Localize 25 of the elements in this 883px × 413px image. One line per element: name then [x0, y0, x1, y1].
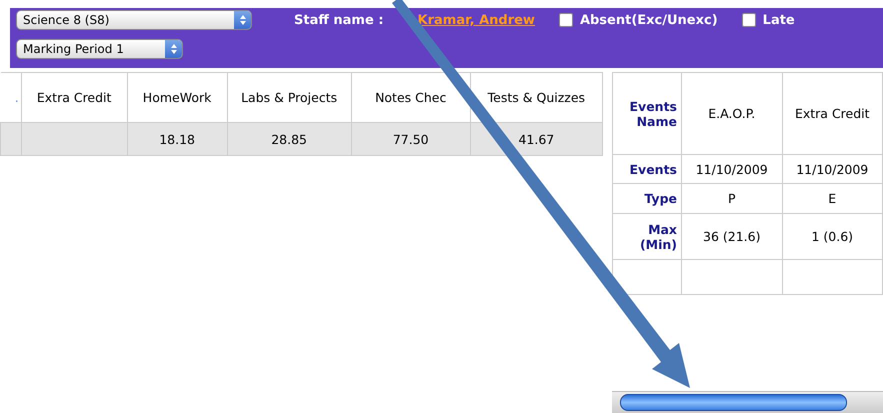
- dropdown[interactable]: Marking Period 1: [16, 39, 183, 59]
- row-header: Max (Min): [612, 214, 682, 260]
- row-header: Type: [612, 184, 682, 214]
- table-cell: E: [782, 184, 882, 214]
- scroll-thumb[interactable]: [620, 394, 847, 411]
- table-cell: 36 (21.6): [682, 214, 782, 260]
- table-cell: 77.50: [351, 122, 470, 156]
- staff-label: Staff name :: [294, 12, 384, 28]
- row-header: Events Name: [612, 72, 682, 154]
- table-cell: 18.18: [127, 122, 228, 156]
- table-cell: P: [682, 184, 782, 214]
- dropdown[interactable]: Science 8 (S8): [16, 10, 252, 30]
- table-cell: 11/10/2009: [682, 154, 782, 184]
- table-cell: E.A.O.P.: [682, 72, 782, 154]
- checkbox[interactable]: [558, 13, 573, 27]
- checkbox-label: Absent(Exc/Unexc): [580, 12, 718, 28]
- checkbox[interactable]: [742, 13, 756, 27]
- checkbox-label: Late: [762, 12, 795, 28]
- table-cell: Extra Credit: [782, 72, 882, 154]
- table-cell: 11/10/2009: [782, 154, 882, 184]
- updown-arrows-icon: [234, 11, 251, 29]
- updown-arrows-icon: [165, 40, 182, 58]
- table-cell: 28.85: [227, 122, 352, 156]
- table-cell: 1 (0.6): [782, 214, 882, 260]
- row-header: Events: [612, 154, 682, 184]
